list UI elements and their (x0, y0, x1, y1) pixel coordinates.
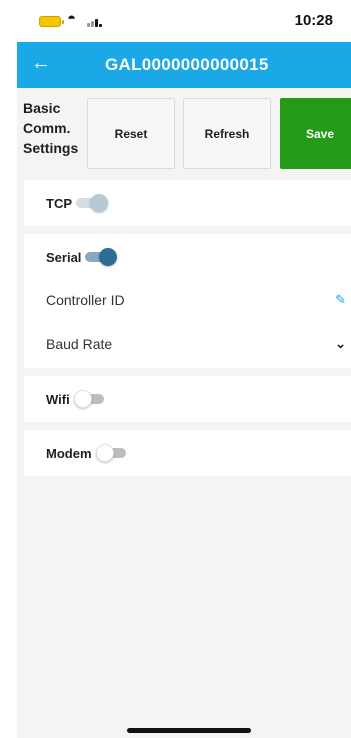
save-button[interactable]: Save (280, 98, 351, 169)
toggle-knob (73, 390, 92, 408)
wifi-icon: ◓ (67, 10, 77, 27)
tcp-toggle-row: TCP (46, 193, 108, 213)
tcp-toggle[interactable] (76, 194, 108, 212)
status-bar: ◓ 10:28 (17, 0, 351, 42)
page-title: GAL0000000000015 (105, 55, 269, 74)
app-header: ← GAL0000000000015 (17, 42, 351, 88)
app-screen: ◓ 10:28 ← GAL0000000000015 Basic Comm. S… (17, 0, 351, 738)
wifi-toggle[interactable] (73, 390, 106, 408)
toggle-knob (99, 248, 118, 266)
modem-label: Modem (46, 445, 92, 461)
baud-rate-label: Baud Rate (46, 336, 113, 352)
serial-label: Serial (46, 249, 82, 265)
status-time: 10:28 (294, 12, 333, 29)
wifi-label: Wifi (46, 391, 70, 407)
controller-id-label: Controller ID (46, 292, 125, 308)
chevron-down-icon[interactable]: ⌄ (335, 336, 346, 352)
toggle-knob (95, 444, 114, 462)
refresh-button[interactable]: Refresh (183, 98, 271, 169)
modem-toggle-row: Modem (46, 443, 128, 463)
reset-button[interactable]: Reset (87, 98, 175, 169)
modem-toggle[interactable] (95, 444, 128, 462)
serial-card: Serial Controller ID ✎ Baud Rate ⌄ (24, 234, 351, 368)
controller-id-field[interactable]: Controller ID ✎ (46, 292, 346, 312)
baud-rate-select[interactable]: Baud Rate ⌄ (46, 336, 346, 356)
wifi-toggle-row: Wifi (46, 389, 106, 409)
tcp-card: TCP (24, 180, 351, 226)
tcp-label: TCP (46, 195, 72, 211)
toggle-knob (90, 194, 108, 212)
back-arrow-icon[interactable]: ← (31, 52, 51, 75)
modem-card: Modem (24, 430, 351, 476)
wifi-card: Wifi (24, 376, 351, 422)
home-indicator[interactable] (127, 728, 251, 733)
settings-toolbar: Basic Comm. Settings Reset Refresh Save (17, 88, 351, 172)
serial-toggle-row: Serial (46, 247, 118, 267)
serial-toggle[interactable] (85, 248, 118, 266)
battery-icon (39, 16, 64, 27)
section-label: Basic Comm. Settings (23, 100, 79, 156)
signal-icon (87, 16, 103, 27)
pencil-icon[interactable]: ✎ (335, 292, 346, 308)
